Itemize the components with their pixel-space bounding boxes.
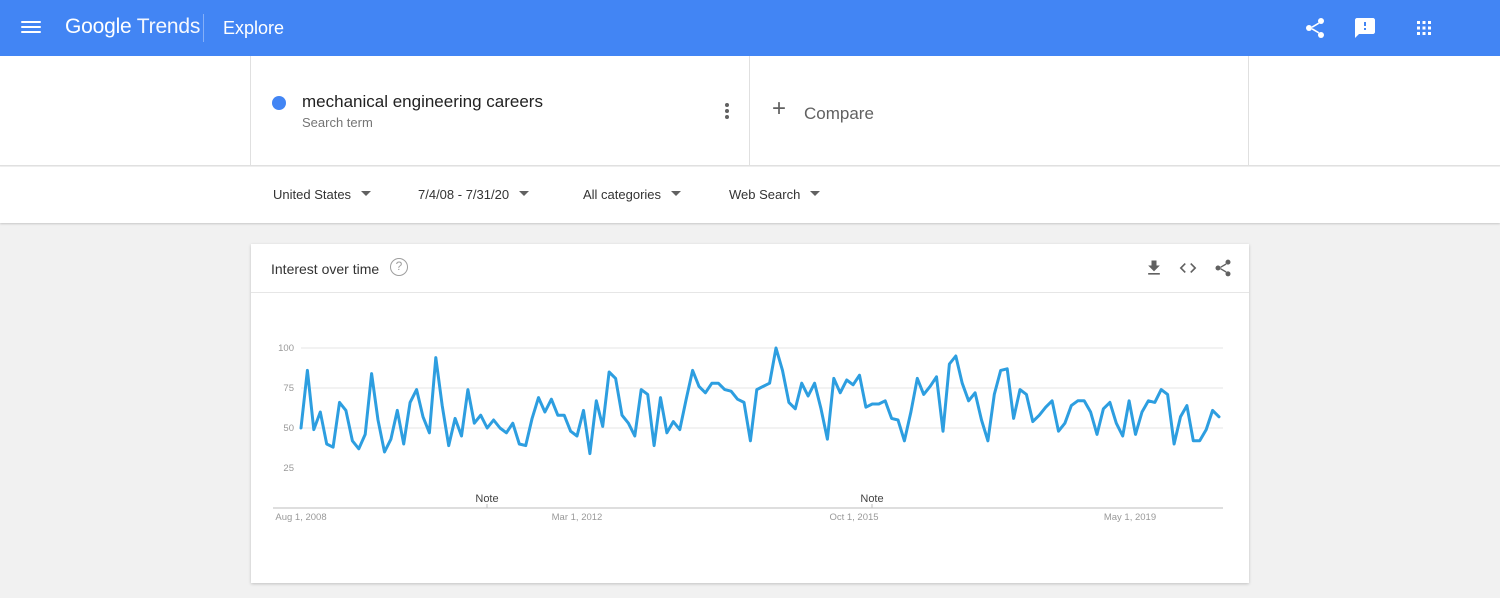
google-trends-logo[interactable]: Google Trends bbox=[65, 15, 200, 39]
category-filter-label: All categories bbox=[583, 187, 662, 202]
region-filter-label: United States bbox=[273, 187, 352, 202]
term-color-dot bbox=[272, 96, 286, 110]
menu-icon[interactable] bbox=[19, 18, 43, 38]
search-type-filter-label: Web Search bbox=[729, 187, 801, 202]
search-term-card[interactable]: mechanical engineering careers Search te… bbox=[250, 56, 750, 166]
date-range-filter[interactable]: 7/4/08 - 7/31/20 bbox=[418, 187, 530, 202]
feedback-icon[interactable] bbox=[1353, 16, 1377, 40]
dropdown-arrow-icon bbox=[671, 191, 682, 197]
filter-bar: United States 7/4/08 - 7/31/20 All categ… bbox=[0, 167, 1500, 223]
x-tick-label: Mar 1, 2012 bbox=[552, 512, 603, 523]
note-label: Note bbox=[475, 493, 498, 505]
series-line bbox=[299, 346, 1221, 456]
region-filter[interactable]: United States bbox=[273, 187, 372, 202]
search-term-name[interactable]: mechanical engineering careers bbox=[302, 92, 543, 112]
header-divider bbox=[203, 14, 204, 42]
share-icon[interactable] bbox=[1303, 16, 1327, 40]
dropdown-arrow-icon bbox=[361, 191, 372, 197]
x-tick-label: Aug 1, 2008 bbox=[275, 512, 326, 523]
apps-icon[interactable] bbox=[1412, 16, 1436, 40]
more-options-icon[interactable] bbox=[721, 102, 733, 120]
plus-icon: + bbox=[772, 95, 787, 122]
y-tick-label: 100 bbox=[278, 343, 294, 354]
compare-label: Compare bbox=[804, 104, 874, 123]
search-term-type: Search term bbox=[302, 115, 373, 130]
interest-line-chart[interactable]: 100 75 50 25 Aug 1, 2008 Mar 1, 2012 Oct 1, 20… bbox=[251, 244, 1249, 583]
x-tick-label: May 1, 2019 bbox=[1104, 512, 1156, 523]
top-app-bar: Google Trends Explore bbox=[0, 0, 1500, 56]
compare-button[interactable]: + Compare bbox=[750, 56, 1249, 166]
y-tick-label: 25 bbox=[283, 463, 294, 474]
logo-trends-text: Trends bbox=[136, 15, 201, 38]
y-tick-label: 50 bbox=[283, 423, 294, 434]
note-label: Note bbox=[860, 493, 883, 505]
search-type-filter[interactable]: Web Search bbox=[729, 187, 821, 202]
search-terms-bar: mechanical engineering careers Search te… bbox=[0, 56, 1500, 166]
dropdown-arrow-icon bbox=[810, 191, 821, 197]
y-tick-label: 75 bbox=[283, 383, 294, 394]
page-title: Explore bbox=[223, 18, 285, 38]
interest-over-time-card: Interest over time ? 100 75 50 25 Aug 1, 200… bbox=[251, 244, 1249, 583]
category-filter[interactable]: All categories bbox=[583, 187, 682, 202]
date-range-filter-label: 7/4/08 - 7/31/20 bbox=[418, 187, 510, 202]
dropdown-arrow-icon bbox=[519, 191, 530, 197]
x-tick-label: Oct 1, 2015 bbox=[829, 512, 878, 523]
logo-google-text: Google bbox=[65, 15, 132, 38]
